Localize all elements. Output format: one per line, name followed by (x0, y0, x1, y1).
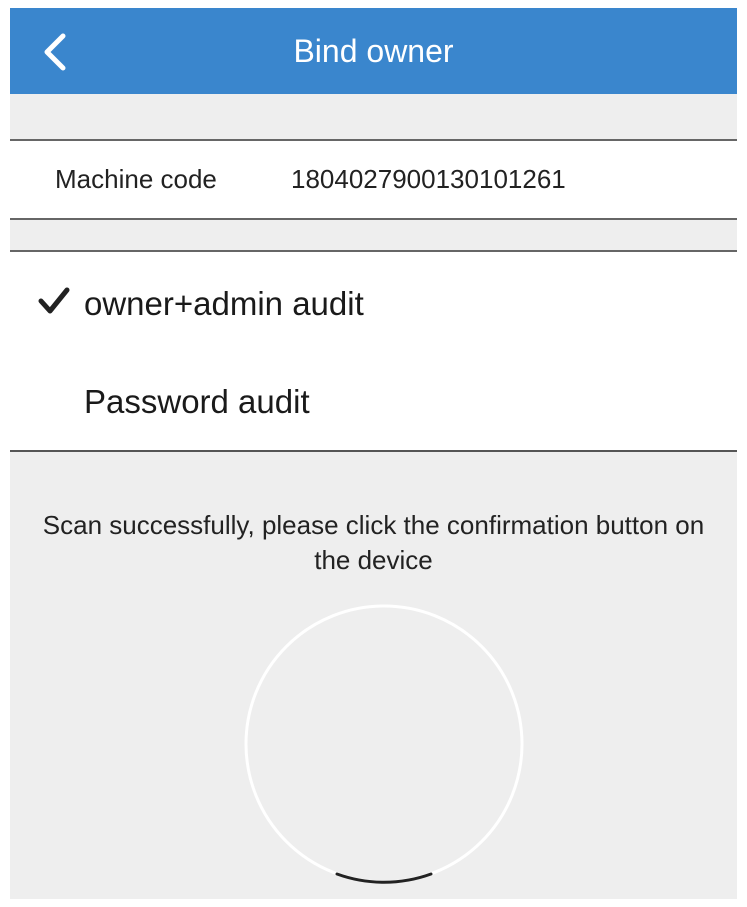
checkmark-icon (38, 287, 70, 314)
screen: Bind owner Machine code 1804027900130101… (0, 0, 747, 907)
loading-ring-icon (244, 604, 524, 884)
page-title: Bind owner (293, 33, 454, 69)
scan-status-panel: Scan successfully, please click the conf… (10, 452, 737, 899)
option-owner-admin-audit[interactable]: owner+admin audit (10, 252, 737, 350)
option-label: owner+admin audit (84, 285, 364, 322)
chevron-left-icon (44, 33, 66, 71)
section-divider (10, 220, 737, 252)
option-label: Password audit (84, 383, 310, 420)
option-password-audit[interactable]: Password audit (10, 352, 737, 450)
machine-code-row: Machine code 1804027900130101261 (10, 141, 737, 220)
audit-options-list: owner+admin audit Password audit (10, 252, 737, 452)
machine-code-label: Machine code (55, 164, 217, 194)
section-divider (10, 94, 737, 141)
back-button[interactable] (32, 30, 76, 74)
machine-code-value: 1804027900130101261 (291, 164, 566, 194)
app-header: Bind owner (10, 8, 737, 94)
status-message: Scan successfully, please click the conf… (42, 510, 705, 575)
